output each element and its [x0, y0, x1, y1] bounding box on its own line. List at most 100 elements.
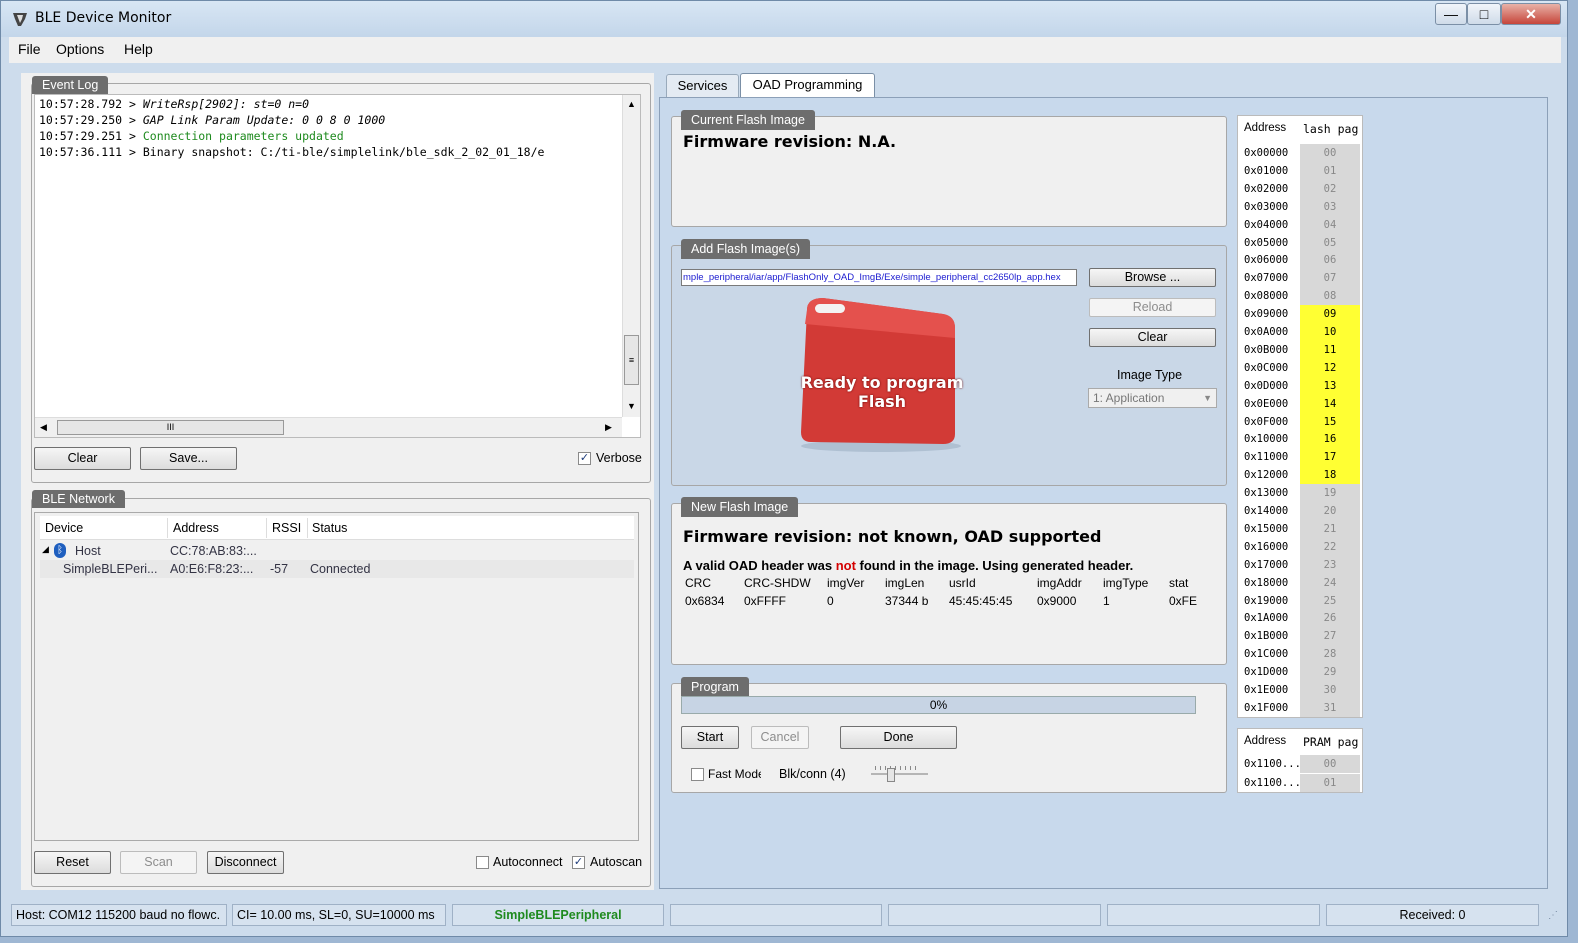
flash-page: 30: [1300, 681, 1360, 699]
log-clear-button[interactable]: Clear: [34, 447, 131, 470]
maximize-button[interactable]: □: [1467, 3, 1501, 25]
log-text: Connection parameters updated: [142, 129, 344, 143]
cancel-button[interactable]: Cancel: [751, 726, 809, 749]
oad-header-warning: A valid OAD header was not found in the …: [683, 558, 1133, 573]
blk-conn-slider[interactable]: [871, 764, 928, 782]
flash-map-row: 0x1C000 28: [1238, 645, 1360, 664]
flash-address: 0x0A000: [1244, 326, 1289, 338]
status-empty: [1107, 904, 1320, 926]
value-imgver: 0: [827, 594, 834, 608]
flash-page: 27: [1300, 627, 1360, 646]
log-hscroll-thumb[interactable]: III: [57, 420, 284, 435]
flash-address: 0x15000: [1244, 522, 1289, 535]
log-vscroll-thumb[interactable]: ≡: [624, 335, 639, 385]
image-type-select[interactable]: 1: Application ▼: [1088, 388, 1217, 408]
col-device[interactable]: Device: [45, 516, 83, 540]
event-log-title: Event Log: [32, 76, 109, 94]
flash-map-row: 0x1D000 29: [1238, 663, 1360, 682]
scan-button[interactable]: Scan: [120, 851, 197, 874]
flash-map-row: 0x0B000 11: [1238, 340, 1360, 359]
host-name: Host: [75, 544, 101, 558]
flash-page: 22: [1300, 537, 1360, 556]
log-horizontal-scrollbar[interactable]: ◀ III ▶: [35, 417, 622, 437]
flash-map-col-address: Address: [1244, 122, 1287, 134]
flash-page: 23: [1300, 555, 1360, 574]
flash-map-row: 0x0A000 10: [1238, 323, 1360, 341]
header-imgver: imgVer: [827, 576, 865, 590]
warning-text: A valid OAD header was: [683, 558, 836, 573]
flash-address: 0x02000: [1244, 182, 1289, 195]
log-line: 10:57:29.251 > Connection parameters upd…: [39, 128, 621, 144]
flash-address: 0x11000: [1244, 451, 1289, 464]
pram-row: 0x1100... 01: [1238, 774, 1360, 792]
value-stat: 0xFE: [1169, 594, 1198, 608]
autoconnect-label: Autoconnect: [493, 855, 563, 869]
header-crc: CRC: [685, 576, 711, 590]
status-connection: CI= 10.00 ms, SL=0, SU=10000 ms: [232, 904, 446, 926]
add-flash-clear-button[interactable]: Clear: [1089, 328, 1216, 347]
host-row[interactable]: ◢ ᛒ Host CC:78:AB:83:...: [40, 542, 634, 560]
col-rssi[interactable]: RSSI: [272, 516, 301, 540]
header-imgaddr: imgAddr: [1037, 576, 1082, 590]
slider-track: [871, 773, 928, 775]
flash-address: 0x08000: [1244, 290, 1289, 303]
current-firmware-revision: Firmware revision: N.A.: [683, 132, 897, 151]
log-save-button[interactable]: Save...: [140, 447, 237, 470]
flash-address: 0x0F000: [1244, 415, 1289, 428]
close-button[interactable]: ✕: [1501, 3, 1561, 25]
scroll-right-icon[interactable]: ▶: [605, 422, 612, 433]
image-path-input[interactable]: mple_peripheral/iar/app/FlashOnly_OAD_Im…: [681, 269, 1077, 286]
warning-text: found in the image. Using generated head…: [855, 558, 1134, 573]
menu-options[interactable]: Options: [56, 41, 104, 57]
menu-help[interactable]: Help: [124, 41, 153, 57]
flash-page: 06: [1300, 251, 1360, 270]
col-status[interactable]: Status: [312, 516, 347, 540]
scroll-up-icon[interactable]: ▲: [627, 99, 636, 109]
device-tree[interactable]: Device Address RSSI Status ◢ ᛒ Host CC:7…: [34, 512, 639, 841]
flash-page: 01: [1300, 161, 1360, 180]
fast-mode-checkbox[interactable]: [691, 768, 704, 781]
browse-button[interactable]: Browse ...: [1089, 268, 1216, 287]
flash-map-row: 0x03000 03: [1238, 197, 1360, 216]
app-logo-icon: [13, 13, 27, 26]
flash-page: 04: [1300, 215, 1360, 234]
flash-map-row: 0x1E000 30: [1238, 681, 1360, 699]
autoconnect-checkbox[interactable]: [476, 856, 489, 869]
flash-page: 24: [1300, 573, 1360, 592]
reload-button[interactable]: Reload: [1089, 298, 1216, 317]
header-crc-shdw: CRC-SHDW: [744, 576, 811, 590]
flash-address: 0x0E000: [1244, 397, 1289, 410]
slider-thumb[interactable]: [887, 768, 895, 782]
collapse-icon[interactable]: ◢: [42, 544, 49, 555]
device-row[interactable]: SimpleBLEPeri... A0:E6:F8:23:... -57 Con…: [40, 560, 634, 578]
flash-address: 0x09000: [1244, 308, 1289, 321]
start-button[interactable]: Start: [681, 726, 739, 749]
menu-file[interactable]: File: [18, 41, 41, 57]
flash-map-row: 0x19000 25: [1238, 591, 1360, 610]
flash-map-row: 0x12000 18: [1238, 466, 1360, 485]
flash-page: 05: [1300, 233, 1360, 252]
flash-address: 0x03000: [1244, 200, 1289, 213]
minimize-button[interactable]: —: [1435, 3, 1467, 25]
tab-services[interactable]: Services: [666, 74, 739, 98]
menu-bar: File Options Help: [9, 37, 1561, 63]
resize-grip-icon[interactable]: ⋰: [1548, 910, 1558, 921]
reset-button[interactable]: Reset: [34, 851, 111, 874]
col-address[interactable]: Address: [173, 516, 219, 540]
autoscan-checkbox[interactable]: ✓: [572, 856, 585, 869]
event-log-text[interactable]: 10:57:28.792 > WriteRsp[2902]: st=0 n=0 …: [34, 94, 641, 438]
tab-oad-programming[interactable]: OAD Programming: [740, 73, 875, 99]
flash-page: 03: [1300, 197, 1360, 216]
device-table-header: Device Address RSSI Status: [40, 516, 634, 540]
flash-page: 29: [1300, 663, 1360, 682]
log-vertical-scrollbar[interactable]: ▲ ≡ ▼: [622, 95, 640, 417]
flash-page: 14: [1300, 394, 1360, 413]
verbose-checkbox[interactable]: ✓: [578, 452, 591, 465]
flash-map-row: 0x13000 19: [1238, 484, 1360, 503]
scroll-left-icon[interactable]: ◀: [40, 422, 47, 433]
flash-map-row: 0x08000 08: [1238, 287, 1360, 306]
done-button[interactable]: Done: [840, 726, 957, 749]
scroll-down-icon[interactable]: ▼: [627, 401, 636, 411]
autoscan-label: Autoscan: [590, 855, 643, 869]
disconnect-button[interactable]: Disconnect: [207, 851, 284, 874]
